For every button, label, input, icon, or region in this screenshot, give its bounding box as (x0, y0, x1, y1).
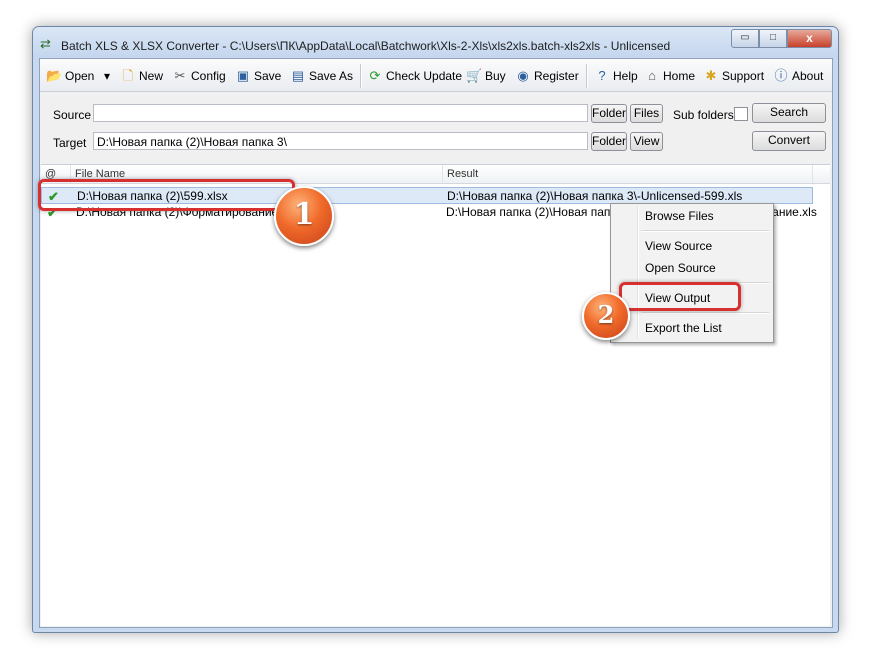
window-controls: ▭ □ x (731, 29, 832, 48)
toolbar: 📂 Open ▾ 🗋 New ✂ Config ▣ Save ▤ Save As (40, 59, 832, 92)
step-2-badge: 2 (582, 292, 630, 340)
new-button[interactable]: 🗋 New (120, 67, 163, 85)
support-label: Support (722, 69, 765, 83)
subfolders-label: Sub folders (673, 108, 734, 122)
source-files-button[interactable]: Files (630, 104, 663, 123)
register-globe-icon: ◉ (517, 68, 529, 83)
subfolders-checkbox[interactable] (734, 107, 748, 121)
step-1-badge: 1 (274, 186, 334, 246)
open-button[interactable]: 📂 Open (46, 67, 94, 85)
toolbar-divider (586, 64, 588, 88)
home-icon: ⌂ (648, 68, 656, 83)
menu-item-browse-files[interactable]: Browse Files (645, 207, 714, 225)
check-update-button[interactable]: ⟳ Check Update (367, 67, 463, 85)
menu-separator (641, 230, 769, 232)
converter-app-icon: ⇄ (40, 36, 51, 51)
maximize-button[interactable]: □ (759, 29, 787, 48)
buy-button[interactable]: 🛒 Buy (466, 67, 506, 85)
search-button[interactable]: Search (752, 103, 826, 123)
save-as-icon: ▤ (291, 68, 305, 83)
menu-gutter (637, 206, 639, 338)
target-folder-button[interactable]: Folder (591, 132, 627, 151)
tools-icon: ✂ (174, 68, 186, 83)
menu-item-open-source[interactable]: Open Source (645, 259, 716, 277)
save-label: Save (254, 69, 282, 83)
toolbar-divider (360, 64, 362, 88)
maximize-icon: □ (769, 32, 777, 43)
help-icon: ? (598, 68, 606, 83)
result-column-header[interactable]: Result (443, 165, 813, 183)
target-label: Target (53, 136, 87, 150)
config-label: Config (191, 69, 226, 83)
source-input[interactable] (93, 104, 588, 122)
cart-icon: 🛒 (466, 68, 483, 83)
check-update-label: Check Update (386, 69, 463, 83)
register-label: Register (534, 69, 579, 83)
refresh-icon: ⟳ (369, 68, 381, 83)
save-disk-icon: ▣ (236, 68, 250, 83)
help-button[interactable]: ? Help (594, 67, 638, 85)
context-menu: Browse Files View Source Open Source Vie… (610, 203, 774, 343)
open-label: Open (65, 69, 95, 83)
new-file-icon: 🗋 (122, 68, 134, 83)
home-button[interactable]: ⌂ Home (644, 67, 695, 85)
help-label: Help (613, 69, 638, 83)
save-button[interactable]: ▣ Save (235, 67, 282, 85)
home-label: Home (663, 69, 696, 83)
about-label: About (792, 69, 824, 83)
source-label: Source (53, 108, 92, 122)
source-folder-button[interactable]: Folder (591, 104, 627, 123)
highlight-frame-file-row (38, 179, 295, 211)
menu-separator (641, 312, 769, 314)
chevron-down-icon: ▾ (104, 69, 111, 83)
close-button[interactable]: x (787, 29, 832, 48)
menu-item-view-source[interactable]: View Source (645, 237, 712, 255)
highlight-frame-view-output (619, 282, 741, 311)
client-area: 📂 Open ▾ 🗋 New ✂ Config ▣ Save ▤ Save As (39, 58, 833, 628)
info-icon: ⓘ (774, 68, 788, 83)
register-button[interactable]: ◉ Register (515, 67, 579, 85)
support-icon: ✱ (705, 68, 717, 83)
open-dropdown-button[interactable]: ▾ (104, 67, 110, 85)
target-input[interactable]: D:\Новая папка (2)\Новая папка 3\ (93, 132, 588, 150)
window-title: Batch XLS & XLSX Converter - C:\Users\ПК… (61, 39, 671, 53)
minimize-icon: ▭ (740, 32, 750, 43)
support-button[interactable]: ✱ Support (703, 67, 764, 85)
config-button[interactable]: ✂ Config (172, 67, 226, 85)
menu-item-export-list[interactable]: Export the List (645, 319, 722, 337)
convert-button[interactable]: Convert (752, 131, 826, 151)
save-as-button[interactable]: ▤ Save As (290, 67, 353, 85)
target-view-button[interactable]: View (630, 132, 663, 151)
about-button[interactable]: ⓘ About (773, 67, 823, 85)
close-icon: x (806, 31, 813, 45)
new-label: New (139, 69, 164, 83)
title-bar[interactable]: ⇄ Batch XLS & XLSX Converter - C:\Users\… (33, 27, 838, 57)
buy-label: Buy (485, 69, 506, 83)
folder-open-icon: 📂 (46, 68, 63, 83)
minimize-button[interactable]: ▭ (731, 29, 759, 48)
save-as-label: Save As (309, 69, 354, 83)
